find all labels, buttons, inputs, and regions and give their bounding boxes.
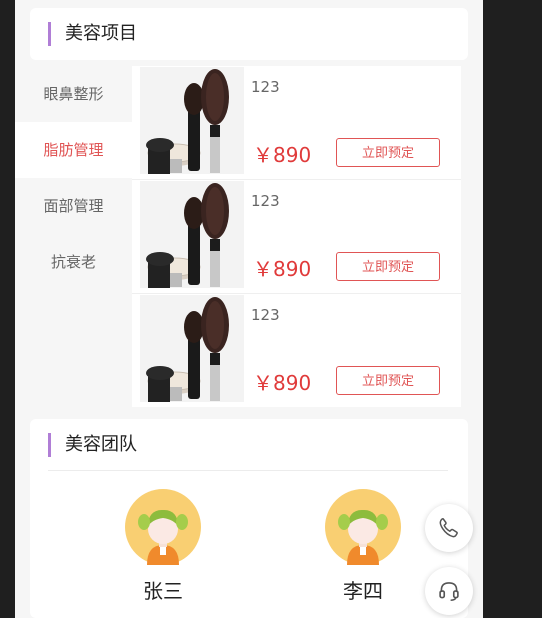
phone-button[interactable] bbox=[425, 504, 473, 552]
phone-icon bbox=[439, 517, 458, 538]
book-now-button[interactable]: 立即预定 bbox=[336, 138, 440, 167]
category-item-nose[interactable]: 眼鼻整形 bbox=[15, 66, 132, 122]
section-title: 美容项目 bbox=[48, 22, 137, 46]
product-image[interactable] bbox=[140, 67, 244, 174]
makeup-brush-image bbox=[140, 295, 244, 402]
team-member-name: 李四 bbox=[343, 579, 383, 603]
product-card[interactable]: 123 ￥890 立即预定 bbox=[132, 294, 461, 407]
category-item-fat[interactable]: 脂肪管理 bbox=[15, 122, 132, 178]
headset-icon bbox=[439, 582, 459, 601]
beauty-team-section: 美容团队 张三 李四 bbox=[30, 419, 468, 618]
beauty-projects-header: 美容项目 bbox=[30, 8, 468, 60]
page: 美容项目 眼鼻整形 脂肪管理 面部管理 抗衰老 123 ￥890 立即预定 12… bbox=[15, 0, 483, 618]
team-member[interactable]: 李四 bbox=[293, 489, 433, 604]
makeup-brush-image bbox=[140, 67, 244, 174]
product-name: 123 bbox=[251, 192, 280, 210]
avatar-icon bbox=[325, 489, 401, 565]
category-sidebar: 眼鼻整形 脂肪管理 面部管理 抗衰老 bbox=[15, 66, 132, 290]
product-card[interactable]: 123 ￥890 立即预定 bbox=[132, 180, 461, 294]
makeup-brush-image bbox=[140, 181, 244, 288]
book-now-button[interactable]: 立即预定 bbox=[336, 252, 440, 281]
product-image[interactable] bbox=[140, 295, 244, 402]
product-name: 123 bbox=[251, 78, 280, 96]
product-price: ￥890 bbox=[253, 143, 312, 167]
divider bbox=[48, 470, 448, 471]
category-item-face[interactable]: 面部管理 bbox=[15, 178, 132, 234]
team-member[interactable]: 张三 bbox=[93, 489, 233, 604]
product-name: 123 bbox=[251, 306, 280, 324]
product-price: ￥890 bbox=[253, 371, 312, 395]
product-list: 123 ￥890 立即预定 123 ￥890 立即预定 123 ￥890 立即预… bbox=[132, 66, 461, 407]
product-price: ￥890 bbox=[253, 257, 312, 281]
avatar-icon bbox=[125, 489, 201, 565]
team-member-name: 张三 bbox=[143, 579, 183, 603]
book-now-button[interactable]: 立即预定 bbox=[336, 366, 440, 395]
customer-service-button[interactable] bbox=[425, 567, 473, 615]
product-card[interactable]: 123 ￥890 立即预定 bbox=[132, 66, 461, 180]
category-item-anti-aging[interactable]: 抗衰老 bbox=[15, 234, 132, 290]
product-image[interactable] bbox=[140, 181, 244, 288]
section-title: 美容团队 bbox=[48, 433, 137, 457]
